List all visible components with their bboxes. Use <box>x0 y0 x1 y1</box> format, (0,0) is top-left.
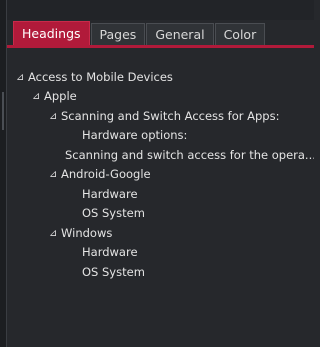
tree-item-label: OS System <box>82 265 145 279</box>
tree-item-android-os-system[interactable]: OS System <box>82 204 145 223</box>
tree-item-scanning-switch-access-os[interactable]: Scanning and switch access for the opera… <box>65 146 314 165</box>
tree-item-scanning-switch-access-apps[interactable]: ⊿ Scanning and Switch Access for Apps: <box>49 107 279 126</box>
collapse-triangle-icon[interactable]: ⊿ <box>49 165 61 184</box>
headings-panel: Headings Pages General Color ⊿ Access to… <box>0 0 314 347</box>
tab-bar: Headings Pages General Color <box>13 21 266 45</box>
tab-headings[interactable]: Headings <box>13 21 90 45</box>
panel-top-strip <box>7 0 314 20</box>
tree-item-label: Android-Google <box>61 167 151 181</box>
tree-item-label: Windows <box>61 226 113 240</box>
tab-pages[interactable]: Pages <box>90 23 146 45</box>
tree-item-apple[interactable]: ⊿ Apple <box>32 87 77 106</box>
tree-item-access-to-mobile-devices[interactable]: ⊿ Access to Mobile Devices <box>16 68 173 87</box>
tree-item-label: Hardware <box>82 187 138 201</box>
tab-color[interactable]: Color <box>214 23 266 45</box>
collapse-triangle-icon[interactable]: ⊿ <box>16 68 28 87</box>
tree-item-hardware-options[interactable]: Hardware options: <box>82 126 187 145</box>
collapse-triangle-icon[interactable]: ⊿ <box>32 87 44 106</box>
headings-tree: ⊿ Access to Mobile Devices ⊿ Apple ⊿ Sca… <box>7 48 314 347</box>
tree-item-windows-hardware[interactable]: Hardware <box>82 243 138 262</box>
left-gutter <box>0 0 7 347</box>
tab-general[interactable]: General <box>146 23 214 45</box>
tree-item-windows-os-system[interactable]: OS System <box>82 263 145 282</box>
collapse-triangle-icon[interactable]: ⊿ <box>49 107 61 126</box>
tree-item-label: Hardware <box>82 245 138 259</box>
tree-item-label: Scanning and switch access for the opera… <box>65 148 314 162</box>
collapse-triangle-icon[interactable]: ⊿ <box>49 224 61 243</box>
tree-item-label: Scanning and Switch Access for Apps: <box>61 109 280 123</box>
tree-item-label: Access to Mobile Devices <box>28 70 173 84</box>
tree-item-windows[interactable]: ⊿ Windows <box>49 224 112 243</box>
tree-item-label: OS System <box>82 206 145 220</box>
tree-item-android-hardware[interactable]: Hardware <box>82 185 138 204</box>
tree-item-label: Apple <box>44 89 77 103</box>
tree-item-label: Hardware options: <box>82 128 188 142</box>
gutter-marker <box>2 92 4 130</box>
tree-item-android-google[interactable]: ⊿ Android-Google <box>49 165 151 184</box>
